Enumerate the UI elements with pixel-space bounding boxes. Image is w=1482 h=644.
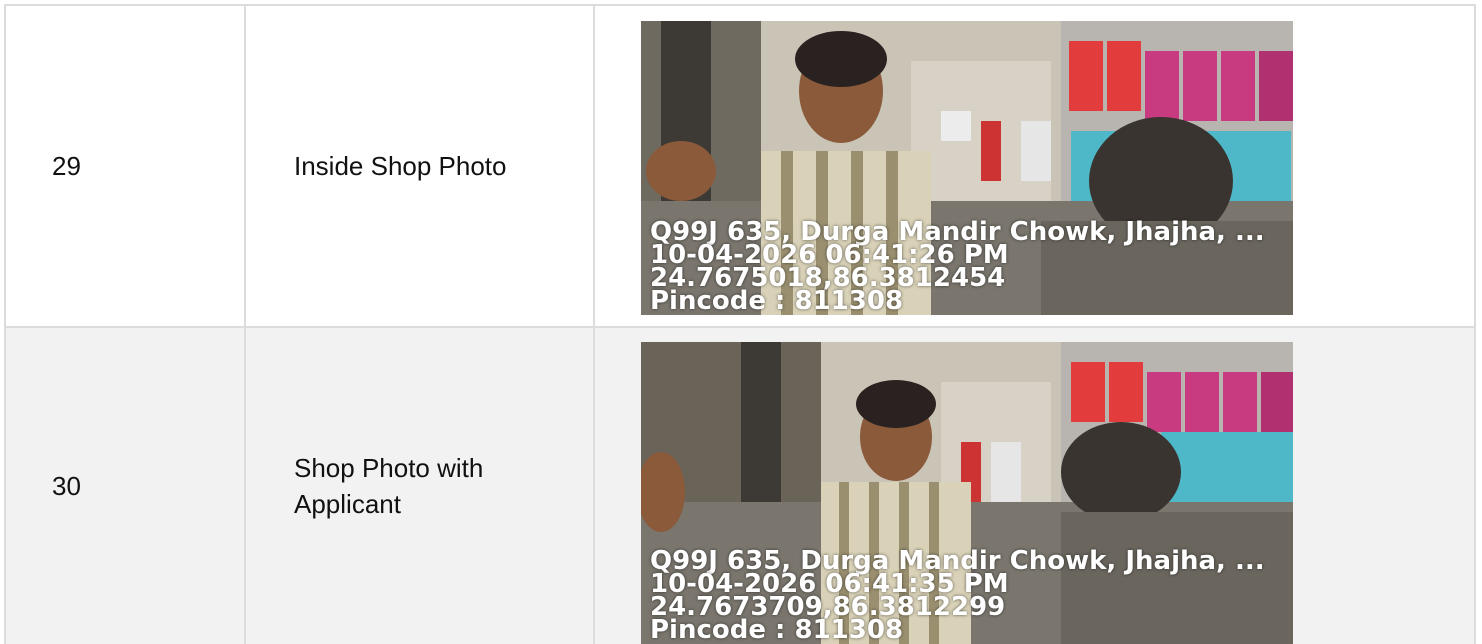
photo-geotag: Q99J 635, Durga Mandir Chowk, Jhajha, ..… — [650, 548, 1265, 644]
row-number-text: 29 — [52, 150, 81, 181]
row-label-text: Shop Photo with Applicant — [294, 453, 484, 519]
table-row: 29 Inside Shop Photo Q99J 635, Durga Man… — [6, 6, 1474, 328]
geotag-pincode: Pincode : 811308 — [650, 615, 904, 644]
photo-geotag: Q99J 635, Durga Mandir Chowk, Jhajha, ..… — [650, 219, 1265, 315]
photo-cell: Q99J 635, Durga Mandir Chowk, Jhajha, ..… — [595, 328, 1474, 644]
row-number: 30 — [6, 328, 246, 644]
shop-photo[interactable]: Q99J 635, Durga Mandir Chowk, Jhajha, ..… — [641, 21, 1293, 315]
photo-table: 29 Inside Shop Photo Q99J 635, Durga Man… — [4, 4, 1476, 644]
row-number: 29 — [6, 6, 246, 326]
geotag-pincode: Pincode : 811308 — [650, 286, 904, 315]
row-label: Shop Photo with Applicant — [246, 328, 595, 644]
photo-cell: Q99J 635, Durga Mandir Chowk, Jhajha, ..… — [595, 6, 1474, 326]
row-label: Inside Shop Photo — [246, 6, 595, 326]
row-number-text: 30 — [52, 470, 81, 501]
row-label-text: Inside Shop Photo — [294, 151, 507, 181]
shop-photo[interactable]: Q99J 635, Durga Mandir Chowk, Jhajha, ..… — [641, 342, 1293, 644]
table-row: 30 Shop Photo with Applicant Q99J 635, D… — [6, 328, 1474, 644]
